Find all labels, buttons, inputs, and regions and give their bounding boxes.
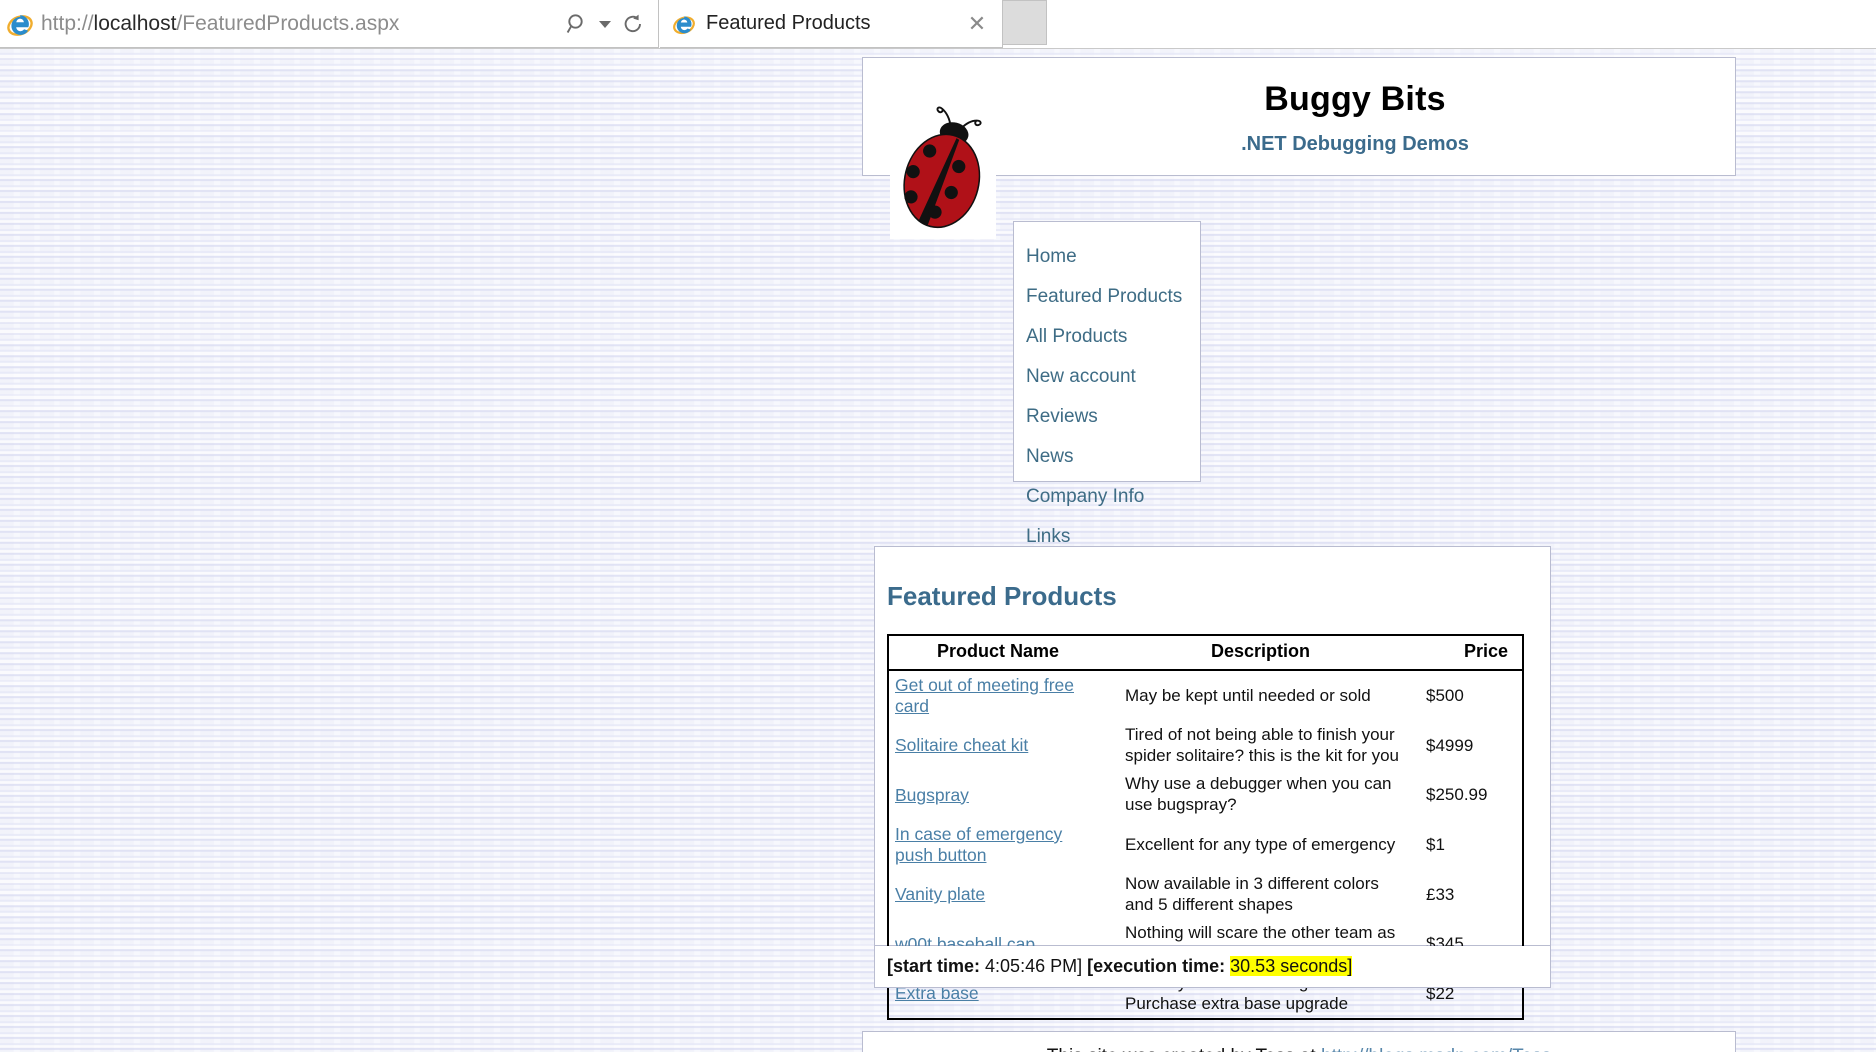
- content-heading: Featured Products: [887, 581, 1117, 611]
- new-tab-button[interactable]: [1003, 0, 1047, 45]
- cell-description: Tired of not being able to finish your s…: [1125, 725, 1400, 765]
- table-row: Bugspray Why use a debugger when you can…: [888, 770, 1523, 819]
- chevron-down-icon[interactable]: [595, 7, 615, 41]
- table-header-row: Product Name Description Price: [888, 635, 1523, 671]
- footer-text: This site was created by Tess at http://…: [863, 1032, 1735, 1052]
- nav-item-featured-products[interactable]: Featured Products: [1014, 276, 1200, 316]
- footer-blog-link[interactable]: http://blogs.msdn.com/Tess: [1321, 1046, 1551, 1052]
- start-time-value: 4:05:46 PM]: [985, 956, 1083, 976]
- ladybug-logo-icon: [890, 94, 996, 239]
- cell-price: $1: [1426, 834, 1445, 854]
- site-footer: This site was created by Tess at http://…: [862, 1031, 1736, 1052]
- cell-description: May be kept until needed or sold: [1125, 685, 1371, 705]
- tab-title: Featured Products: [706, 12, 871, 34]
- table-row: Vanity plate Now available in 3 differen…: [888, 870, 1523, 919]
- cell-description: Why use a debugger when you can use bugs…: [1125, 774, 1392, 815]
- product-link[interactable]: Bugspray: [895, 785, 969, 805]
- cell-price: £33: [1426, 884, 1455, 904]
- table-row: Get out of meeting free card May be kept…: [888, 670, 1523, 721]
- url-host: localhost: [93, 11, 177, 35]
- url-text[interactable]: http://localhost/FeaturedProducts.aspx: [41, 12, 562, 36]
- search-icon[interactable]: [562, 7, 592, 41]
- url-scheme: http://: [41, 11, 94, 35]
- cell-product-name: Vanity plate: [888, 870, 1107, 919]
- page-title: Buggy Bits: [1264, 79, 1446, 118]
- cell-product-name: Solitaire cheat kit: [888, 721, 1107, 770]
- nav-item-reviews[interactable]: Reviews: [1014, 396, 1200, 436]
- cell-description: Now available in 3 different colors and …: [1125, 873, 1379, 914]
- execution-time-label: [execution time:: [1087, 956, 1226, 976]
- nav-item-all-products[interactable]: All Products: [1014, 316, 1200, 356]
- internet-explorer-favicon: [673, 13, 695, 35]
- timing-info: [start time: 4:05:46 PM] [execution time…: [874, 946, 1551, 988]
- address-bar[interactable]: http://localhost/FeaturedProducts.aspx: [0, 0, 659, 48]
- nav-item-home[interactable]: Home: [1014, 236, 1200, 276]
- cell-price: $500: [1426, 686, 1464, 705]
- cell-product-name: Bugspray: [888, 770, 1107, 819]
- column-header-description: Description: [1107, 635, 1414, 671]
- product-link[interactable]: Solitaire cheat kit: [895, 735, 1028, 755]
- address-bar-icons: [562, 7, 648, 41]
- product-link[interactable]: Vanity plate: [895, 884, 985, 904]
- url-path: /FeaturedProducts.aspx: [176, 11, 400, 35]
- cell-product-name: Get out of meeting free card: [888, 670, 1107, 721]
- main-navigation: Home Featured Products All Products New …: [1013, 221, 1201, 546]
- column-header-price: Price: [1414, 635, 1523, 671]
- nav-item-company-info[interactable]: Company Info: [1014, 476, 1200, 516]
- product-link[interactable]: Get out of meeting free card: [895, 675, 1074, 716]
- close-icon[interactable]: ✕: [960, 4, 994, 44]
- site-subtitle: .NET Debugging Demos: [1241, 132, 1469, 155]
- featured-products-panel: Featured Products Product Name Descripti…: [874, 546, 1551, 1021]
- footer-text-prefix: This site was created by Tess at: [1047, 1046, 1321, 1052]
- internet-explorer-logo-icon: [7, 11, 33, 37]
- product-link[interactable]: In case of emergency push button: [895, 824, 1062, 865]
- page-content: Buggy Bits .NET Debugging Demos Home Fea…: [0, 49, 1876, 1052]
- cell-price: $4999: [1426, 735, 1474, 755]
- browser-chrome: http://localhost/FeaturedProducts.aspx F…: [0, 0, 1876, 49]
- nav-item-new-account[interactable]: New account: [1014, 356, 1200, 396]
- tab-strip: Featured Products ✕: [660, 0, 1047, 49]
- cell-price: $250.99: [1426, 785, 1488, 805]
- table-row: Solitaire cheat kit Tired of not being a…: [888, 721, 1523, 770]
- start-time-label: [start time:: [887, 956, 981, 976]
- tab-featured-products[interactable]: Featured Products ✕: [660, 0, 1003, 48]
- column-header-product-name: Product Name: [888, 635, 1107, 671]
- cell-description: Excellent for any type of emergency: [1125, 834, 1396, 854]
- nav-item-news[interactable]: News: [1014, 436, 1200, 476]
- execution-time-value: 30.53 seconds]: [1230, 956, 1353, 976]
- refresh-icon[interactable]: [618, 7, 648, 41]
- table-row: In case of emergency push button Excelle…: [888, 820, 1523, 870]
- cell-product-name: In case of emergency push button: [888, 820, 1107, 870]
